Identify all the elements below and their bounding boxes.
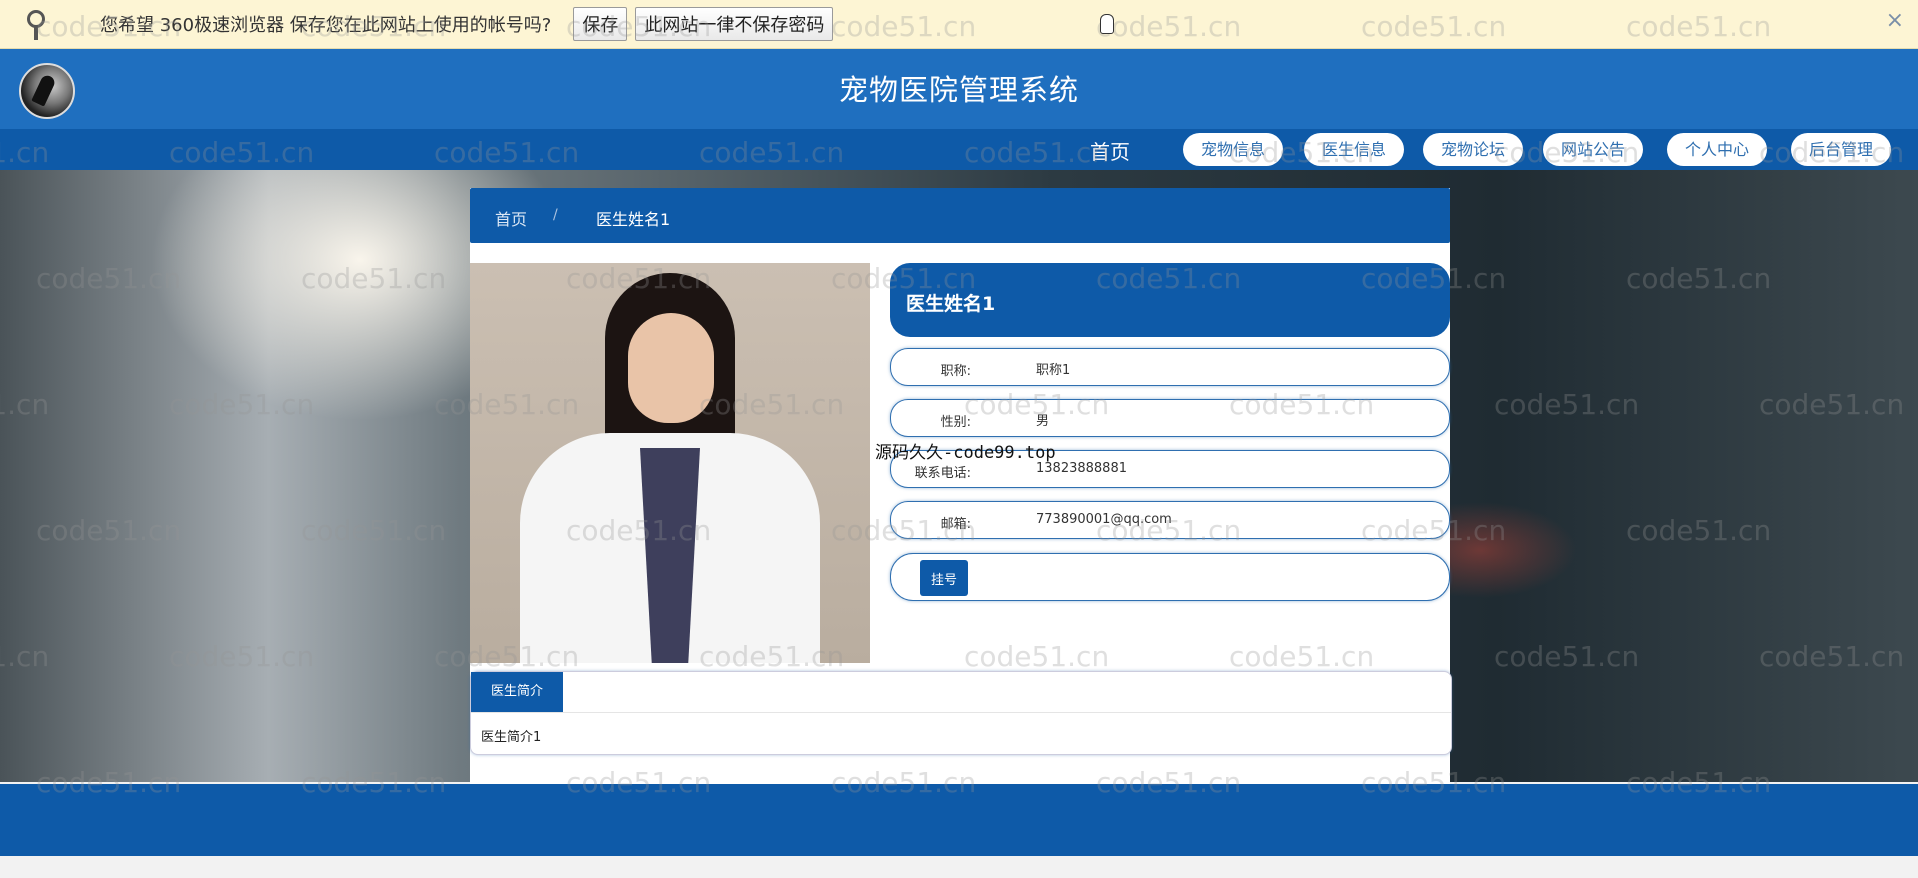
action-row: 挂号 [890, 553, 1450, 601]
breadcrumb: 首页 / 医生姓名1 [470, 188, 1450, 243]
breadcrumb-separator: / [553, 207, 558, 223]
field-label: 性别: [940, 415, 971, 430]
site-title: 宠物医院管理系统 [838, 73, 1079, 107]
field-label: 联系电话: [914, 466, 971, 481]
overlay-watermark-text: 源码久久-code99.top [875, 443, 1056, 463]
field-email: 邮箱: 773890001@qq.com [890, 501, 1450, 539]
mouse-cursor-icon [1100, 14, 1114, 34]
nav-admin[interactable]: 后台管理 [1791, 133, 1891, 166]
nav-pet-info[interactable]: 宠物信息 [1183, 133, 1283, 166]
nav-home[interactable]: 首页 [1090, 136, 1130, 165]
doctor-name-box: 医生姓名1 [890, 263, 1450, 337]
nav-announcements[interactable]: 网站公告 [1543, 133, 1643, 166]
nav-personal-center[interactable]: 个人中心 [1667, 133, 1767, 166]
field-gender: 性别: 男 [890, 399, 1450, 437]
site-header: 宠物医院管理系统 [0, 49, 1918, 129]
key-icon [18, 8, 50, 40]
site-footer [0, 784, 1918, 856]
breadcrumb-current: 医生姓名1 [596, 210, 671, 229]
close-icon[interactable]: × [1886, 8, 1904, 33]
nav-doctor-info[interactable]: 医生信息 [1304, 133, 1404, 166]
main-nav: 首页 宠物信息 医生信息 宠物论坛 网站公告 个人中心 后台管理 [0, 129, 1918, 170]
doctor-photo [470, 263, 870, 663]
field-value: 773890001@qq.com [1036, 512, 1172, 527]
never-save-password-button[interactable]: 此网站一律不保存密码 [635, 7, 834, 41]
breadcrumb-home[interactable]: 首页 [495, 206, 527, 230]
tab-doctor-intro[interactable]: 医生简介 [471, 672, 563, 712]
doctor-detail-panel: 首页 / 医生姓名1 医生姓名1 职称: 职称1 性别: 男 联系电话: 138… [470, 188, 1452, 788]
password-save-message: 您希望 360极速浏览器 保存您在此网站上使用的帐号吗? [100, 15, 552, 36]
page-bottom [0, 856, 1918, 878]
nav-pet-forum[interactable]: 宠物论坛 [1423, 133, 1523, 166]
password-save-bar: 您希望 360极速浏览器 保存您在此网站上使用的帐号吗? 保存 此网站一律不保存… [0, 0, 1918, 49]
book-appointment-button[interactable]: 挂号 [920, 560, 968, 596]
field-title: 职称: 职称1 [890, 348, 1450, 386]
field-label: 邮箱: [940, 517, 971, 532]
field-value: 职称1 [1036, 363, 1071, 378]
field-value: 13823888881 [1036, 461, 1127, 476]
doctor-intro: 医生简介 医生简介1 [470, 671, 1452, 755]
field-label: 职称: [940, 364, 971, 379]
save-password-button[interactable]: 保存 [573, 7, 628, 41]
doctor-name: 医生姓名1 [906, 293, 996, 315]
field-value: 男 [1036, 414, 1050, 429]
doctor-intro-text: 医生简介1 [481, 730, 542, 745]
